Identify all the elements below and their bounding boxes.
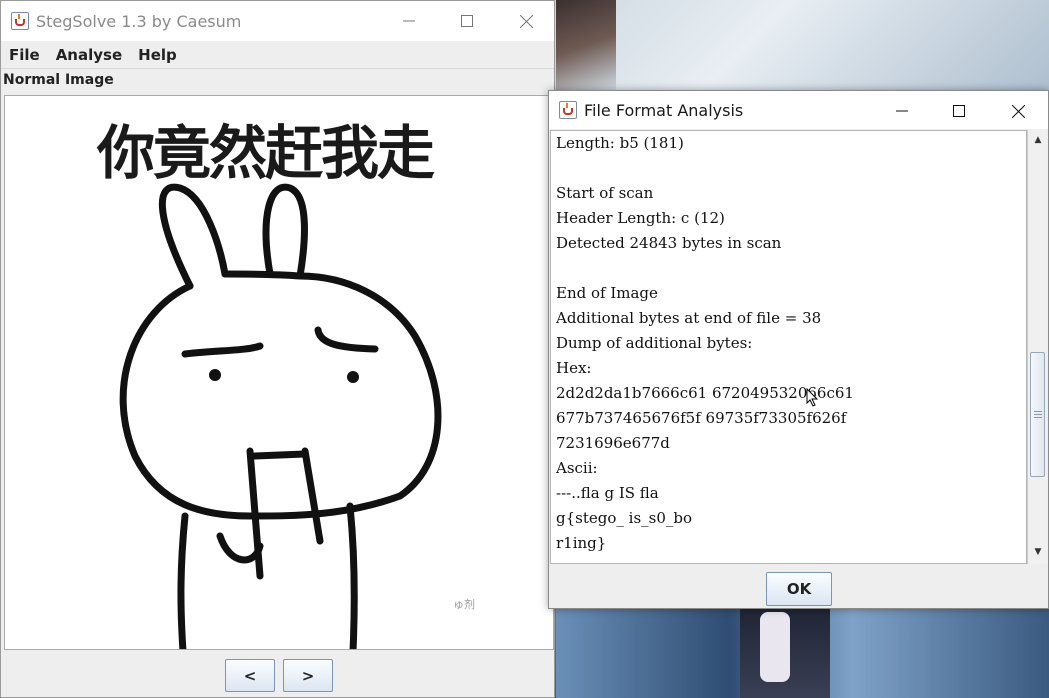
close-icon: [1011, 104, 1025, 118]
analysis-titlebar[interactable]: File Format Analysis: [549, 91, 1048, 129]
watermark: ゅ剂: [453, 598, 475, 611]
analysis-text-area[interactable]: Length: b5 (181) Start of scan Header Leng…: [550, 130, 1027, 564]
grip-line: [1034, 410, 1042, 412]
wallpaper-sky: [560, 0, 1049, 90]
analysis-line: Hex:: [556, 359, 592, 377]
menu-analyse[interactable]: Analyse: [48, 46, 130, 64]
maximize-icon: [953, 105, 965, 117]
minimize-icon: [896, 110, 908, 112]
analysis-line: 2d2d2da1b7666c61 672049532066c61: [556, 384, 854, 402]
analysis-line: Header Length: c (12): [556, 209, 725, 227]
analysis-line: ---..fla g IS fla: [556, 484, 659, 502]
prev-button[interactable]: <: [225, 659, 275, 692]
analysis-line: 7231696e677d: [556, 434, 670, 452]
scroll-up-icon[interactable]: ▲: [1031, 133, 1045, 147]
close-button[interactable]: [503, 1, 549, 41]
next-button[interactable]: >: [283, 659, 333, 692]
analysis-window-title: File Format Analysis: [584, 100, 744, 120]
file-format-analysis-window: File Format Analysis Length: b5 (181) Sta…: [548, 90, 1049, 609]
analysis-line: [551, 156, 1026, 181]
java-icon: [559, 101, 577, 119]
menubar: File Analyse Help: [1, 41, 554, 69]
maximize-button[interactable]: [444, 1, 490, 41]
image-view: 你竟然赶我走 ゅ剂: [4, 95, 554, 650]
vertical-scrollbar[interactable]: ▲ ▼: [1027, 130, 1047, 564]
scroll-down-icon[interactable]: ▼: [1031, 545, 1045, 559]
wallpaper-figure-light: [760, 612, 790, 682]
close-icon: [519, 14, 533, 28]
maximize-icon: [461, 15, 473, 27]
analysis-line: r1ing}: [556, 534, 607, 552]
menu-help[interactable]: Help: [130, 46, 185, 64]
scrollbar-thumb[interactable]: [1030, 351, 1045, 477]
grip-line: [1034, 416, 1042, 418]
maximize-button[interactable]: [936, 91, 982, 131]
analysis-line: Detected 24843 bytes in scan: [556, 234, 782, 252]
analysis-line: Ascii:: [556, 459, 598, 477]
menu-file[interactable]: File: [1, 46, 48, 64]
grip-line: [1034, 413, 1042, 415]
analysis-line: Additional bytes at end of file = 38: [556, 309, 822, 327]
analysis-line: Start of scan: [556, 184, 654, 202]
wallpaper-hair: [556, 0, 616, 90]
panel-label: Normal Image: [3, 72, 114, 88]
main-window-title: StegSolve 1.3 by Caesum: [36, 11, 242, 31]
java-icon: [11, 12, 29, 30]
main-titlebar[interactable]: StegSolve 1.3 by Caesum: [1, 1, 554, 41]
analysis-line: 677b737465676f5f 69735f73305f626f: [556, 409, 847, 427]
ok-button[interactable]: OK: [766, 572, 832, 606]
analysis-line: Length: b5 (181): [556, 134, 684, 152]
minimize-button[interactable]: [386, 1, 432, 41]
rabbit-drawing: [119, 183, 442, 649]
close-button[interactable]: [995, 91, 1041, 131]
analysis-line: Dump of additional bytes:: [556, 334, 753, 352]
analysis-line: [551, 256, 1026, 281]
stegsolve-window: StegSolve 1.3 by Caesum File Analyse Hel…: [0, 0, 555, 698]
analysis-line: End of Image: [556, 284, 658, 302]
minimize-button[interactable]: [879, 91, 925, 131]
analysis-line: g{stego_ is_s0_bo: [556, 509, 693, 527]
minimize-icon: [403, 20, 415, 22]
mouse-cursor-icon: [806, 388, 819, 407]
